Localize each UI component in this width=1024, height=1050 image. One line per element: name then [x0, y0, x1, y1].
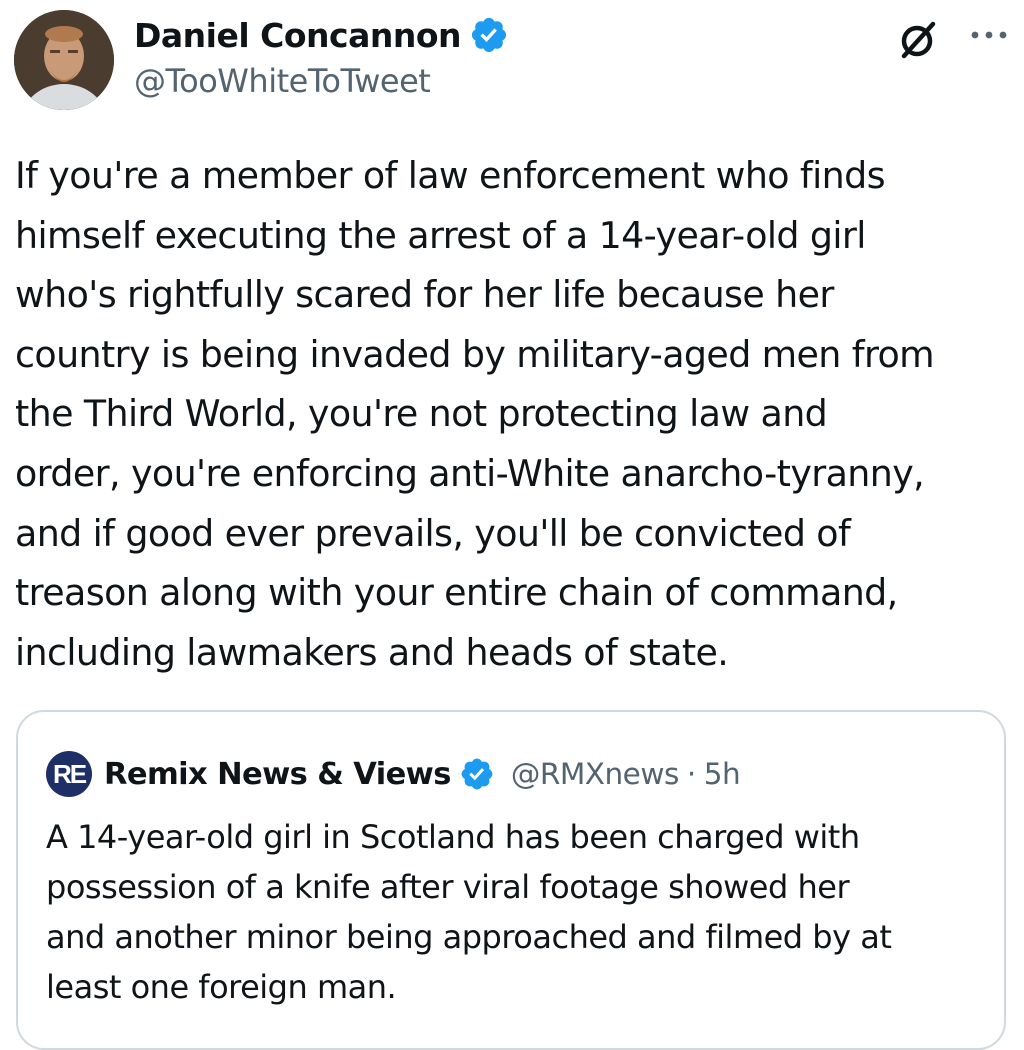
quoted-author-name[interactable]: Remix News & Views: [104, 757, 451, 792]
verified-badge-icon[interactable]: [469, 15, 509, 55]
tweet[interactable]: Daniel Concannon @TooWhiteToTweet If you…: [0, 0, 1024, 1050]
grok-icon[interactable]: [896, 16, 942, 62]
avatar-image: [14, 10, 114, 110]
more-horizontal-icon[interactable]: [964, 20, 1014, 50]
quoted-tweet-header: RE Remix News & Views @RMXnews · 5h: [46, 750, 741, 798]
author-handle[interactable]: @TooWhiteToTweet: [134, 62, 431, 100]
quoted-verified-badge-icon: [461, 758, 493, 790]
meta-separator: ·: [686, 757, 696, 791]
quoted-timestamp[interactable]: 5h: [704, 757, 741, 791]
author-name[interactable]: Daniel Concannon: [134, 16, 462, 55]
tweet-text: If you're a member of law enforcement wh…: [15, 154, 935, 674]
author-name-row: Daniel Concannon: [134, 12, 509, 58]
author-avatar[interactable]: [14, 10, 114, 110]
quoted-author-avatar[interactable]: RE: [46, 751, 92, 797]
quoted-tweet-text: A 14-year-old girl in Scotland has been …: [46, 818, 892, 1006]
quoted-author-handle[interactable]: @RMXnews: [511, 757, 680, 791]
quoted-tweet-card[interactable]: RE Remix News & Views @RMXnews · 5h A 14…: [16, 710, 1006, 1050]
